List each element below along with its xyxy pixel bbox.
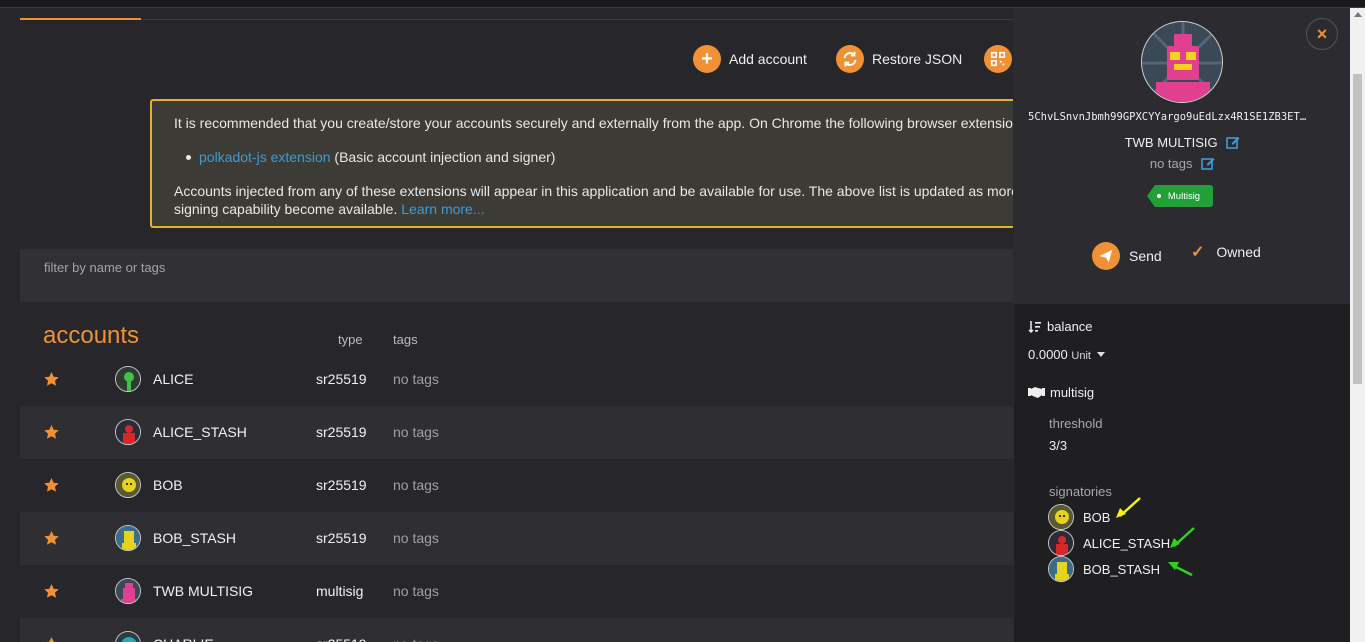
account-tags: no tags [393, 371, 439, 387]
filter-input[interactable]: filter by name or tags [44, 260, 165, 275]
threshold-label: threshold [1049, 416, 1103, 431]
learn-more-link[interactable]: Learn more... [401, 201, 484, 217]
account-row[interactable]: BOB_STASH sr25519 no tags [20, 512, 1020, 565]
account-tags: no tags [393, 530, 439, 546]
star-icon[interactable] [43, 371, 60, 388]
close-button[interactable]: × [1306, 18, 1338, 50]
star-icon[interactable] [43, 424, 60, 441]
balance-value[interactable]: 0.0000 Unit [1028, 347, 1105, 362]
signatory-item[interactable]: BOB [1048, 504, 1110, 530]
owned-status: ✓ Owned [1191, 244, 1261, 261]
active-tab-indicator [20, 18, 141, 20]
accounts-heading: accounts [43, 322, 140, 349]
account-type: sr25519 [316, 530, 367, 546]
account-row[interactable]: TWB MULTISIG multisig no tags [20, 565, 1020, 618]
check-icon: ✓ [1191, 244, 1205, 261]
account-identicon[interactable] [115, 472, 141, 498]
account-type: sr25519 [316, 636, 367, 642]
sidebar-header: × 5ChvLSnvnJbmh99GPXCYYargo9uEdLzx4R1SE1… [1014, 8, 1351, 304]
account-name: TWB MULTISIG [153, 583, 254, 599]
signatory-name: ALICE_STASH [1083, 535, 1171, 551]
add-account-label: Add account [729, 51, 807, 67]
account-identicon[interactable] [115, 419, 141, 445]
sort-amount-icon [1028, 320, 1041, 333]
plus-icon: + [693, 45, 721, 73]
account-sidebar: × 5ChvLSnvnJbmh99GPXCYYargo9uEdLzx4R1SE1… [1013, 8, 1351, 642]
notice-text: It is recommended that you create/store … [174, 115, 1013, 131]
notice-text: signing capability become available. Lea… [174, 201, 485, 217]
account-tags: no tags [393, 477, 439, 493]
dropdown-caret-icon [1096, 352, 1105, 357]
edit-icon[interactable] [1226, 135, 1240, 149]
polkadot-extension-link[interactable]: polkadot-js extension [199, 149, 331, 165]
signatory-item[interactable]: ALICE_STASH [1048, 530, 1170, 556]
balance-section-label: balance [1028, 319, 1093, 334]
scroll-up-icon[interactable] [1354, 12, 1362, 17]
signatory-name: BOB [1083, 509, 1111, 525]
yellow-arrow-annotation [1116, 497, 1141, 518]
notice-extension-item: polkadot-js extension (Basic account inj… [185, 149, 556, 165]
account-identicon[interactable] [115, 525, 141, 551]
account-row[interactable]: ALICE sr25519 no tags [20, 353, 1020, 406]
edit-icon[interactable] [1201, 156, 1215, 170]
account-row[interactable]: CHARLIE sr25519 no tags [20, 618, 1020, 642]
account-tags: no tags [393, 424, 439, 440]
threshold-value: 3/3 [1049, 438, 1068, 453]
account-tags: no tags [393, 583, 439, 599]
paper-plane-icon [1092, 242, 1120, 270]
account-address[interactable]: 5ChvLSnvnJbmh99GPXCYYargo9uEdLzx4R1SE1ZB… [1028, 111, 1338, 123]
sync-icon [836, 45, 864, 73]
scroll-thumb[interactable] [1353, 74, 1362, 384]
account-name: CHARLIE [153, 636, 214, 642]
star-icon[interactable] [43, 583, 60, 600]
column-header-type: type [338, 332, 363, 347]
send-button[interactable]: Send [1092, 242, 1162, 270]
tab-bar [20, 0, 1020, 20]
account-type: multisig [316, 583, 364, 599]
signatory-identicon [1048, 556, 1074, 582]
account-identicon[interactable] [115, 578, 141, 604]
account-tags: no tags [1014, 156, 1351, 171]
qrcode-icon [984, 45, 1012, 73]
account-name: BOB_STASH [153, 530, 236, 546]
account-name: ALICE [153, 371, 194, 387]
signatory-identicon [1048, 530, 1074, 556]
signatory-identicon [1048, 504, 1074, 530]
notice-text: Accounts injected from any of these exte… [174, 183, 1019, 199]
signatory-name: BOB_STASH [1083, 561, 1161, 577]
handshake-icon [1028, 387, 1045, 398]
multisig-section-label: multisig [1028, 385, 1094, 400]
signatories-label: signatories [1049, 484, 1112, 499]
account-type: sr25519 [316, 424, 367, 440]
account-name: BOB [153, 477, 183, 493]
column-header-tags: tags [393, 332, 418, 347]
add-account-button[interactable]: + Add account [693, 45, 807, 73]
account-identicon [1141, 21, 1223, 103]
account-type: sr25519 [316, 371, 367, 387]
qr-button[interactable] [984, 45, 1012, 73]
multisig-badge: Multisig [1147, 185, 1213, 207]
green-arrow-annotation [1168, 562, 1193, 577]
signatory-item[interactable]: BOB_STASH [1048, 556, 1160, 582]
account-name: ALICE_STASH [153, 424, 247, 440]
browser-extension-notice: It is recommended that you create/store … [150, 99, 1030, 228]
account-type: sr25519 [316, 477, 367, 493]
account-identicon[interactable] [115, 631, 141, 642]
restore-json-label: Restore JSON [872, 51, 963, 67]
star-icon[interactable] [43, 636, 60, 642]
restore-json-button[interactable]: Restore JSON [836, 45, 962, 73]
filter-bar: filter by name or tags [20, 249, 1020, 302]
star-icon[interactable] [43, 530, 60, 547]
account-name: TWB MULTISIG [1014, 135, 1351, 150]
star-icon[interactable] [43, 477, 60, 494]
account-tags: no tags [393, 636, 439, 642]
page-scrollbar[interactable] [1350, 8, 1365, 642]
account-row[interactable]: BOB sr25519 no tags [20, 459, 1020, 512]
account-row[interactable]: ALICE_STASH sr25519 no tags [20, 406, 1020, 459]
green-arrow-annotation [1170, 527, 1195, 548]
account-identicon[interactable] [115, 366, 141, 392]
